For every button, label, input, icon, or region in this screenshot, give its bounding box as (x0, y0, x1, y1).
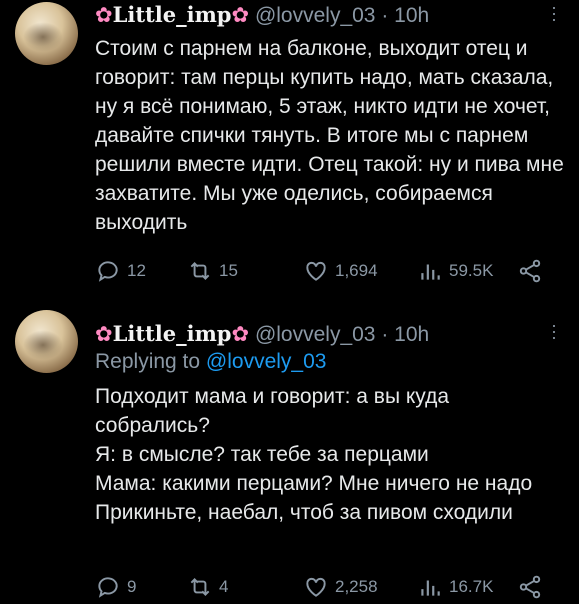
like-count: 1,694 (335, 261, 378, 280)
reply-button[interactable]: 12 (95, 257, 146, 285)
views-icon (421, 264, 440, 280)
display-name[interactable]: Little_imp (113, 321, 232, 346)
tweet-text: Стоим с парнем на балконе, выходит отец … (95, 34, 565, 237)
tweet-text: Подходит мама и говорит: а вы куда собра… (95, 382, 565, 527)
handle[interactable]: @lovvely_03 (255, 4, 376, 27)
timestamp[interactable]: 10h (394, 323, 429, 346)
share-button[interactable] (517, 573, 543, 601)
reply-count: 12 (127, 261, 146, 280)
like-count: 2,258 (335, 577, 378, 596)
separator: · (381, 4, 389, 27)
share-icon (519, 259, 541, 283)
display-name[interactable]: Little_imp (113, 2, 232, 27)
tweet-paragraph: Я: в смысле? так тебе за перцами (95, 443, 429, 466)
more-vertical-icon[interactable]: · · · (547, 316, 561, 346)
tweet-header: ✿Little_imp✿ @lovvely_03 · 10h (95, 321, 429, 348)
views-count: 16.7K (449, 577, 494, 596)
reply-count: 9 (127, 577, 137, 596)
flower-icon: ✿ (95, 4, 113, 27)
flower-icon: ✿ (231, 4, 250, 27)
avatar[interactable] (15, 2, 78, 65)
tweet-paragraph: Мама: какими перцами? Мне ничего не надо (95, 472, 533, 495)
replying-to: Replying to @lovvely_03 (95, 350, 326, 374)
retweet-icon (190, 262, 210, 280)
share-icon (519, 575, 541, 599)
retweet-button[interactable]: 15 (187, 257, 238, 285)
tweet-actions: 9 4 2,258 16.7K (95, 573, 555, 601)
replying-to-handle[interactable]: @lovvely_03 (206, 350, 327, 373)
tweet-paragraph: Подходит мама и говорит: а вы куда собра… (95, 385, 450, 437)
flower-icon: ✿ (95, 323, 113, 346)
avatar[interactable] (15, 310, 78, 373)
flower-icon: ✿ (231, 323, 250, 346)
reply-icon (98, 261, 118, 282)
views-button[interactable]: 16.7K (417, 573, 493, 601)
retweet-icon (190, 578, 210, 596)
more-vertical-icon[interactable]: · · · (547, 0, 561, 28)
reply-icon (98, 577, 118, 598)
like-button[interactable]: 2,258 (303, 573, 378, 601)
tweet-paragraph: Прикиньте, наебал, чтоб за пивом сходили (95, 501, 513, 524)
views-count: 59.5K (449, 261, 494, 280)
tweet-paragraph: Стоим с парнем на балконе, выходит отец … (95, 37, 564, 234)
like-button[interactable]: 1,694 (303, 257, 378, 285)
retweet-count: 15 (219, 261, 238, 280)
tweet-1[interactable]: ✿Little_imp✿ @lovvely_03 · 10h · · · Стоим… (0, 0, 579, 300)
tweet-actions: 12 15 1,694 59.5K (95, 257, 555, 285)
heart-icon (306, 261, 326, 281)
timestamp[interactable]: 10h (394, 4, 429, 27)
share-button[interactable] (517, 257, 543, 285)
tweet-2[interactable]: ✿Little_imp✿ @lovvely_03 · 10h · · · Reply… (0, 308, 579, 604)
replying-to-label: Replying to (95, 350, 201, 373)
reply-button[interactable]: 9 (95, 573, 136, 601)
views-button[interactable]: 59.5K (417, 257, 493, 285)
handle[interactable]: @lovvely_03 (255, 323, 376, 346)
retweet-count: 4 (219, 577, 229, 596)
views-icon (421, 580, 440, 596)
separator: · (381, 323, 389, 346)
heart-icon (306, 577, 326, 597)
retweet-button[interactable]: 4 (187, 573, 228, 601)
tweet-header: ✿Little_imp✿ @lovvely_03 · 10h (95, 2, 429, 29)
